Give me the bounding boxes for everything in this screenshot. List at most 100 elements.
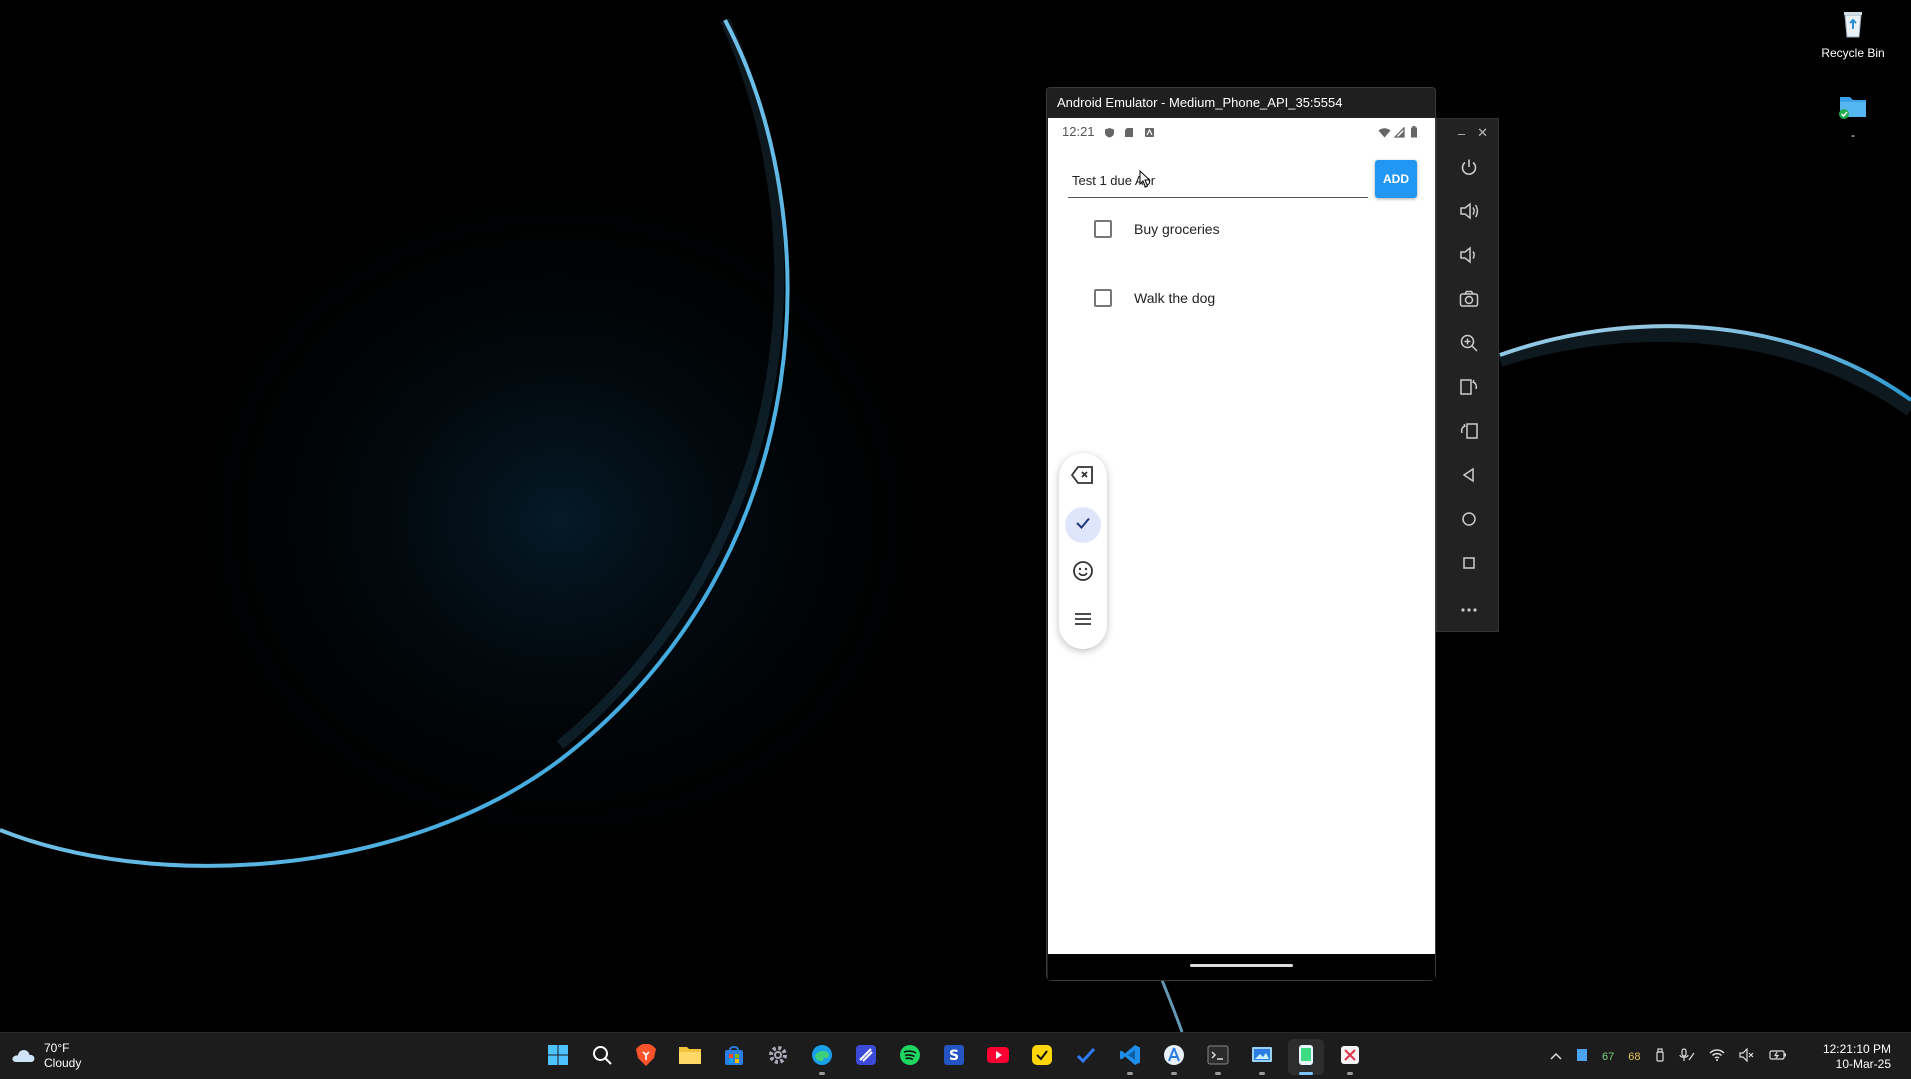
volume-muted-icon[interactable] xyxy=(1738,1047,1755,1065)
taskbar-apps: S xyxy=(540,1039,1368,1075)
taskbar-clock[interactable]: 12:21:10 PM 10-Mar-25 xyxy=(1823,1042,1891,1072)
start-button[interactable] xyxy=(540,1039,576,1075)
desktop-icon-label: - xyxy=(1851,128,1855,142)
taskbar-app-settings[interactable] xyxy=(760,1039,796,1075)
spotify-icon xyxy=(899,1044,921,1071)
task-checkbox[interactable] xyxy=(1094,220,1112,238)
overview-icon xyxy=(1462,556,1476,575)
tray-number-2[interactable]: 68 xyxy=(1628,1051,1640,1063)
snipping-icon xyxy=(1339,1044,1361,1071)
emulator-icon xyxy=(1297,1044,1315,1071)
taskbar-app-device-manager[interactable] xyxy=(1244,1039,1280,1075)
taskbar-app-linear[interactable] xyxy=(848,1039,884,1075)
edge-icon xyxy=(811,1044,833,1071)
weather-widget[interactable]: 70°F Cloudy xyxy=(10,1041,81,1071)
taskbar-app-brave[interactable] xyxy=(628,1039,664,1075)
phone-screen[interactable]: 12:21 ADD Buy groceries Walk th xyxy=(1048,118,1435,954)
taskbar-app-emulator[interactable] xyxy=(1288,1039,1324,1075)
task-item: Walk the dog xyxy=(1094,283,1215,313)
linear-icon xyxy=(855,1044,877,1071)
minimize-icon[interactable]: – xyxy=(1458,126,1465,141)
wifi-icon[interactable] xyxy=(1709,1049,1725,1064)
taskbar-app-checklist[interactable] xyxy=(1024,1039,1060,1075)
rotate-right-button[interactable] xyxy=(1437,411,1500,455)
tray-number-1[interactable]: 67 xyxy=(1602,1051,1614,1063)
taskbar-app-edge[interactable] xyxy=(804,1039,840,1075)
backspace-button[interactable] xyxy=(1065,459,1101,495)
task-checkbox[interactable] xyxy=(1094,289,1112,307)
android-nav-bar xyxy=(1048,954,1435,980)
camera-icon xyxy=(1459,290,1479,313)
chevron-up-icon[interactable] xyxy=(1550,1051,1562,1063)
home-button[interactable] xyxy=(1437,499,1500,543)
wifi-icon xyxy=(1378,126,1391,137)
screenshot-button[interactable] xyxy=(1437,279,1500,323)
home-gesture-handle[interactable] xyxy=(1190,964,1293,967)
weather-temp: 70°F xyxy=(44,1041,70,1055)
more-icon xyxy=(1460,600,1478,618)
taskbar-app-youtube[interactable] xyxy=(980,1039,1016,1075)
taskbar-app-android-studio[interactable] xyxy=(1156,1039,1192,1075)
confirm-button[interactable] xyxy=(1065,507,1101,543)
android-studio-icon xyxy=(1163,1044,1185,1071)
taskbar-app-simplenote[interactable]: S xyxy=(936,1039,972,1075)
taskbar-app-file-explorer[interactable] xyxy=(672,1039,708,1075)
volume-up-button[interactable] xyxy=(1437,191,1500,235)
notes-app-icon: S xyxy=(943,1044,965,1071)
search-icon xyxy=(591,1044,613,1071)
system-tray: 67 68 xyxy=(1550,1033,1787,1079)
task-input[interactable] xyxy=(1068,158,1368,198)
usb-icon[interactable] xyxy=(1655,1048,1665,1065)
windows-icon xyxy=(547,1044,569,1071)
emulator-title[interactable]: Android Emulator - Medium_Phone_API_35:5… xyxy=(1047,88,1435,118)
task-label: Walk the dog xyxy=(1134,290,1216,306)
taskbar-app-spotify[interactable] xyxy=(892,1039,928,1075)
emoji-icon xyxy=(1072,560,1094,587)
microphone-icon[interactable] xyxy=(1678,1048,1695,1065)
sd-card-icon xyxy=(1124,126,1135,137)
zoom-button[interactable] xyxy=(1437,323,1500,367)
taskbar-app-todo[interactable] xyxy=(1068,1039,1104,1075)
rotate-left-icon xyxy=(1459,377,1479,402)
rotate-right-icon xyxy=(1459,421,1479,446)
power-button[interactable] xyxy=(1437,147,1500,191)
backspace-icon xyxy=(1070,465,1095,490)
task-item: Buy groceries xyxy=(1094,214,1220,244)
battery-charging-icon[interactable] xyxy=(1768,1049,1787,1064)
volume-up-icon xyxy=(1459,201,1479,225)
menu-button[interactable] xyxy=(1065,603,1101,639)
recycle-bin-icon xyxy=(1835,6,1871,42)
add-button[interactable]: ADD xyxy=(1375,160,1417,198)
menu-icon xyxy=(1073,611,1093,632)
clipboard-icon[interactable] xyxy=(1576,1048,1588,1065)
taskbar-app-snipping-tool[interactable] xyxy=(1332,1039,1368,1075)
emulator-window[interactable]: Android Emulator - Medium_Phone_API_35:5… xyxy=(1046,87,1436,981)
terminal-icon xyxy=(1207,1045,1229,1070)
youtube-icon xyxy=(986,1046,1010,1069)
folder-icon xyxy=(678,1045,702,1070)
overview-button[interactable] xyxy=(1437,543,1500,587)
volume-down-button[interactable] xyxy=(1437,235,1500,279)
device-manager-icon xyxy=(1251,1045,1273,1070)
search-button[interactable] xyxy=(584,1039,620,1075)
desktop-icon-recycle-bin[interactable]: Recycle Bin xyxy=(1808,6,1898,60)
desktop-icon-folder[interactable]: - xyxy=(1808,88,1898,142)
taskbar-app-store[interactable] xyxy=(716,1039,752,1075)
rotate-left-button[interactable] xyxy=(1437,367,1500,411)
checklist-app-icon xyxy=(1031,1044,1053,1071)
todo-icon xyxy=(1075,1044,1097,1071)
check-icon xyxy=(1074,514,1092,537)
mouse-cursor-icon xyxy=(1139,169,1151,193)
status-time: 12:21 xyxy=(1062,123,1095,139)
keyboard-floating-toolbar xyxy=(1059,453,1107,649)
back-button[interactable] xyxy=(1437,455,1500,499)
power-icon xyxy=(1460,158,1478,181)
more-button[interactable] xyxy=(1437,587,1500,631)
taskbar-app-terminal[interactable] xyxy=(1200,1039,1236,1075)
taskbar-app-vscode[interactable] xyxy=(1112,1039,1148,1075)
emoji-button[interactable] xyxy=(1065,555,1101,591)
status-bar: 12:21 xyxy=(1048,118,1435,144)
close-icon[interactable]: ✕ xyxy=(1477,125,1488,141)
back-icon xyxy=(1461,467,1477,488)
folder-sync-icon xyxy=(1835,88,1871,124)
